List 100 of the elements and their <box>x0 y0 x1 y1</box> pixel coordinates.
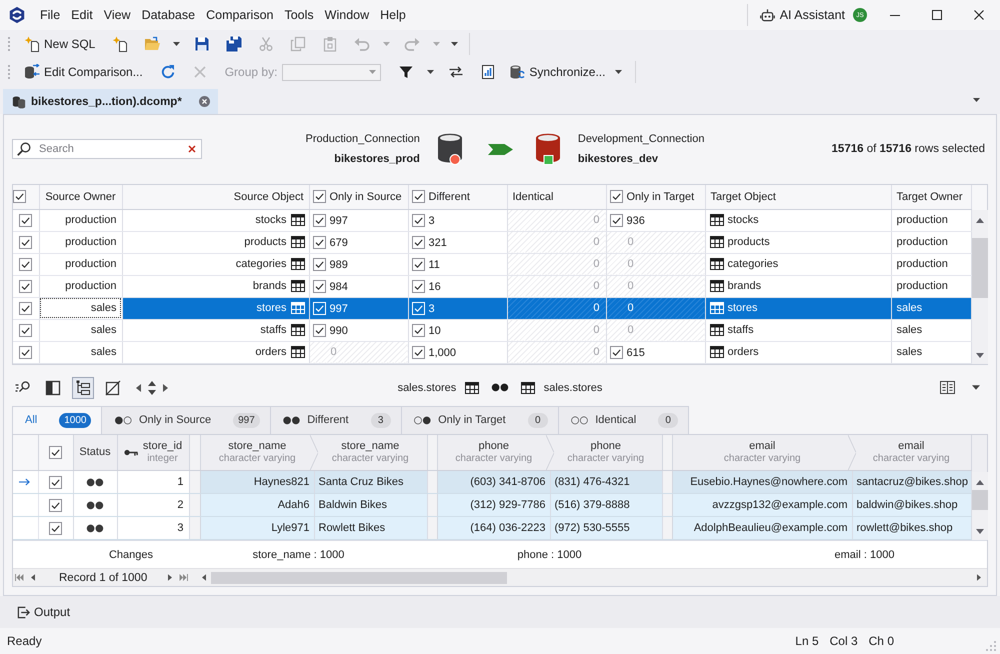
triangle-right-icon[interactable] <box>977 574 981 581</box>
menu-item[interactable]: Window <box>320 5 374 25</box>
checkbox[interactable] <box>312 324 326 336</box>
column-header[interactable]: email character varying <box>852 434 971 470</box>
resize-grip-icon[interactable] <box>986 641 996 651</box>
table-row[interactable]: production brands 984 16 0 0 brands production <box>13 275 971 297</box>
table-cell[interactable]: stocks <box>122 209 309 231</box>
table-cell[interactable]: stores <box>122 297 309 319</box>
menu-item[interactable]: Help <box>375 5 411 25</box>
table-cell[interactable]: products <box>705 231 891 253</box>
table-cell[interactable]: brands <box>705 275 891 297</box>
column-header[interactable]: Only in Source <box>309 185 408 209</box>
checkbox[interactable] <box>49 446 62 459</box>
column-header[interactable]: store_id integer <box>117 434 189 470</box>
grip-icon[interactable] <box>7 64 11 80</box>
checkbox[interactable] <box>19 214 32 226</box>
grip-icon[interactable] <box>7 36 11 52</box>
table-cell[interactable]: production <box>39 253 122 275</box>
checkbox[interactable] <box>412 236 424 248</box>
checkbox[interactable] <box>610 190 622 204</box>
skip-back-icon[interactable] <box>15 574 24 581</box>
menu-item[interactable]: File <box>35 5 66 25</box>
checkbox[interactable] <box>412 258 424 270</box>
checkbox[interactable] <box>312 258 326 270</box>
output-tab[interactable]: Output <box>12 602 76 622</box>
skip-forward-icon[interactable] <box>179 574 188 581</box>
column-header[interactable]: Status <box>73 434 117 470</box>
table-row[interactable]: production stocks 997 3 0 936 stocks production <box>13 209 971 231</box>
filter-tab[interactable]: ●○ Only in Source 997 <box>101 406 271 434</box>
triangle-down-icon[interactable] <box>976 529 984 534</box>
table-cell[interactable]: stocks <box>705 209 891 231</box>
vertical-scrollbar[interactable] <box>972 210 988 364</box>
scrollbar-thumb[interactable] <box>972 490 988 510</box>
column-header[interactable]: Only in Target <box>606 185 705 209</box>
table-row[interactable]: sales staffs 990 10 0 0 staffs sales <box>13 319 971 341</box>
menu-item[interactable]: Tools <box>279 5 319 25</box>
checkbox[interactable] <box>312 280 326 292</box>
new-sql-button[interactable]: New SQL <box>20 32 100 56</box>
column-header[interactable]: Source Owner <box>39 185 122 209</box>
triangle-down-icon[interactable] <box>976 352 984 358</box>
filter-tab[interactable]: ○○ Identical 0 <box>558 406 690 434</box>
table-cell[interactable]: stores <box>705 297 891 319</box>
table-cell[interactable]: staffs <box>705 319 891 341</box>
table-cell[interactable]: sales <box>39 319 122 341</box>
table-row[interactable]: sales orders 0 1,000 0 615 orders sales <box>13 341 971 363</box>
triangle-left-icon[interactable] <box>202 574 206 581</box>
table-cell[interactable]: production <box>39 275 122 297</box>
menu-item[interactable]: Database <box>136 5 200 25</box>
scrollbar-thumb[interactable] <box>972 238 988 298</box>
column-header[interactable]: Identical <box>507 185 606 209</box>
vertical-scrollbar[interactable] <box>972 472 988 540</box>
table-cell[interactable]: staffs <box>122 319 309 341</box>
up-down-arrows-icon[interactable] <box>148 380 156 394</box>
menu-item[interactable]: Comparison <box>201 5 278 25</box>
tree-view-button[interactable] <box>72 376 94 398</box>
table-cell[interactable]: categories <box>705 253 891 275</box>
checkbox[interactable] <box>13 190 26 204</box>
checkbox[interactable] <box>49 498 62 512</box>
checkbox[interactable] <box>49 522 62 534</box>
table-row[interactable]: production products 679 321 0 0 products production <box>13 231 971 253</box>
checkbox[interactable] <box>19 324 32 336</box>
close-icon[interactable] <box>199 96 210 107</box>
filter-tab[interactable]: ●● Different 3 <box>270 406 402 434</box>
caret-right-icon[interactable] <box>163 384 168 392</box>
checkbox[interactable] <box>610 214 622 226</box>
table-cell[interactable]: orders <box>122 341 309 363</box>
table-cell[interactable]: categories <box>122 253 309 275</box>
edit-comparison-button[interactable]: Edit Comparison... <box>20 60 147 84</box>
caret-left-icon[interactable] <box>136 384 141 392</box>
clear-icon[interactable] <box>188 145 196 153</box>
search-field[interactable]: Search <box>12 139 202 159</box>
filter-tab[interactable]: All 1000 <box>12 406 102 434</box>
document-tab[interactable]: bikestores_p...tion).dcomp* <box>3 89 218 114</box>
checkbox[interactable] <box>19 236 32 248</box>
table-cell[interactable]: sales <box>39 297 122 319</box>
table-cell[interactable]: orders <box>705 341 891 363</box>
table-cell[interactable]: products <box>122 231 309 253</box>
table-cell[interactable]: production <box>39 231 122 253</box>
checkbox[interactable] <box>412 280 424 292</box>
table-row[interactable]: ●● 1 Haynes821 Santa Cruz Bikes (603) 341-8706 (831) 476-4321 Eusebio.Haynes@nowhere.com santacruz@bikes.shop <box>13 470 971 494</box>
table-row[interactable]: ●● 3 Lyle971 Rowlett Bikes (164) 036-2223 (972) 530-5555 AdolphBeaulieu@example.com rowlett@bikes.shop <box>13 516 971 540</box>
column-header[interactable]: Target Owner <box>891 185 971 209</box>
checkbox[interactable] <box>412 324 424 336</box>
synchronize-button[interactable]: Synchronize... <box>505 60 610 84</box>
checkbox[interactable] <box>412 346 424 358</box>
menu-item[interactable]: Edit <box>66 5 98 25</box>
checkbox[interactable] <box>312 190 326 204</box>
ai-assistant-button[interactable]: AI Assistant <box>756 4 849 26</box>
column-header[interactable]: Different <box>408 185 507 209</box>
table-row[interactable]: ●● 2 Adah6 Baldwin Bikes (312) 929-7786 (516) 379-8888 avzzgsp132@example.com baldwin@bikes.shop <box>13 494 971 516</box>
checkbox[interactable] <box>312 214 326 226</box>
scrollbar-thumb[interactable] <box>211 572 508 584</box>
table-row[interactable]: sales stores 997 3 0 0 stores sales <box>13 297 971 319</box>
checkbox[interactable] <box>49 476 62 488</box>
checkbox[interactable] <box>19 258 32 270</box>
column-header[interactable]: Target Object <box>705 185 891 209</box>
checkbox[interactable] <box>412 190 424 204</box>
column-header[interactable]: Source Object <box>122 185 309 209</box>
checkbox[interactable] <box>610 346 622 358</box>
caret-left-icon[interactable] <box>31 574 35 581</box>
